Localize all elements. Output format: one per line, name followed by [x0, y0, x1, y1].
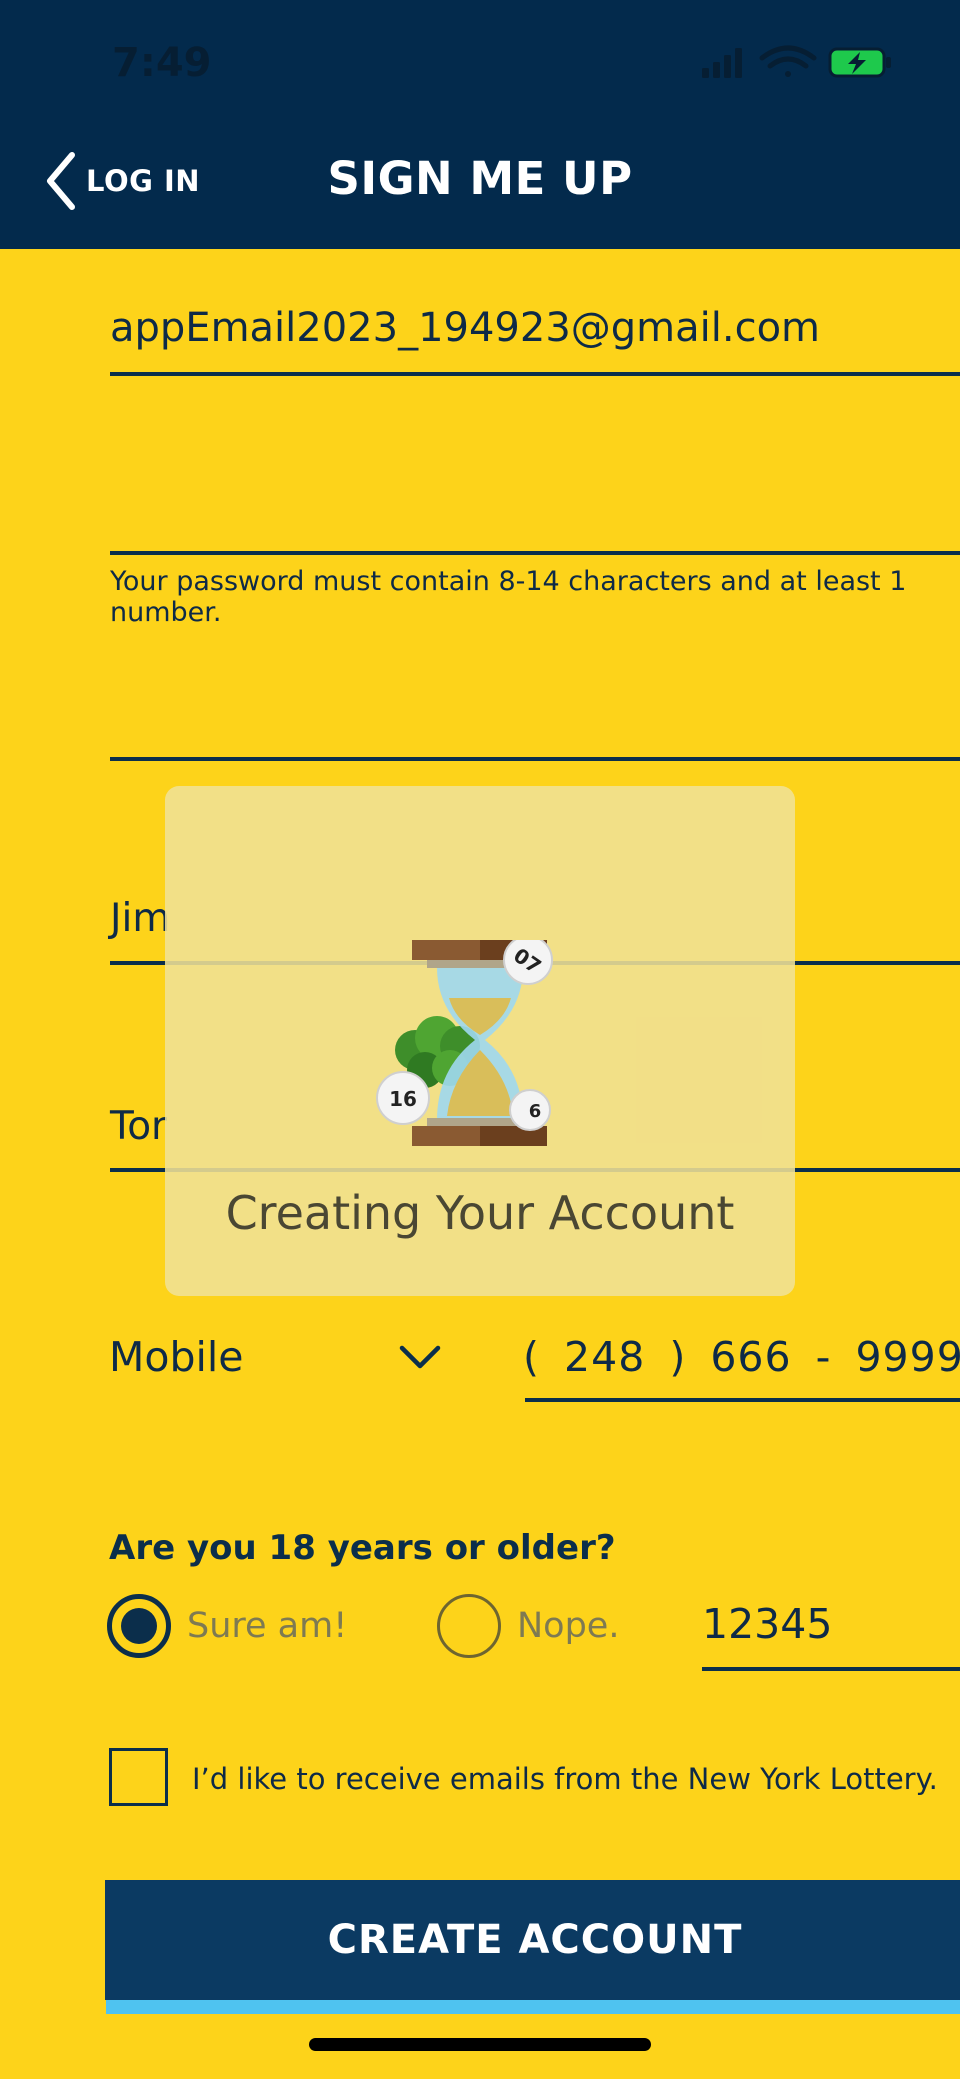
- status-icons: [698, 44, 898, 80]
- confirm-password-field[interactable]: [110, 690, 960, 750]
- phone-number-field[interactable]: ( 248 ) 666 - 9999: [523, 1333, 960, 1381]
- cellular-signal-icon: [702, 48, 742, 78]
- age-no-label[interactable]: Nope.: [517, 1606, 619, 1646]
- lottery-ball-icon: 6: [509, 1089, 551, 1131]
- confirm-password-underline: [110, 757, 960, 761]
- age-no-radio[interactable]: [437, 1594, 501, 1658]
- lottery-ball-icon: 16: [376, 1071, 430, 1125]
- home-indicator: [309, 2038, 651, 2051]
- email-optin-label[interactable]: I’d like to receive emails from the New …: [192, 1762, 938, 1796]
- email-underline: [110, 372, 960, 376]
- page-title: SIGN ME UP: [0, 152, 960, 205]
- hourglass-loading-icon: 07 16 6: [376, 940, 553, 1146]
- password-field[interactable]: [110, 480, 960, 540]
- age-yes-label[interactable]: Sure am!: [187, 1606, 347, 1646]
- zip-underline: [702, 1667, 960, 1671]
- phone-type-select[interactable]: Mobile: [109, 1333, 244, 1381]
- email-optin-checkbox[interactable]: [109, 1748, 168, 1806]
- age-yes-radio[interactable]: [107, 1594, 171, 1658]
- password-underline: [110, 551, 960, 555]
- password-helper-text: Your password must contain 8-14 characte…: [110, 566, 907, 628]
- loading-overlay: 07 16 6 Creating Your Account: [165, 786, 795, 1296]
- wifi-icon: [759, 45, 817, 77]
- create-account-button[interactable]: CREATE ACCOUNT: [105, 1880, 960, 2000]
- status-time: 7:49: [112, 40, 212, 86]
- email-field[interactable]: appEmail2023_194923@gmail.com: [110, 305, 820, 351]
- zip-code-field[interactable]: 12345: [702, 1600, 832, 1648]
- svg-text:16: 16: [389, 1087, 417, 1111]
- lottery-ball-icon: 07: [503, 940, 553, 985]
- loading-message: Creating Your Account: [225, 1186, 735, 1240]
- battery-charging-icon: [828, 47, 891, 78]
- last-name-field[interactable]: Tor: [110, 1104, 167, 1149]
- page-title-text: SIGN ME UP: [327, 152, 633, 205]
- age-question: Are you 18 years or older?: [109, 1528, 616, 1568]
- phone-underline: [525, 1398, 960, 1402]
- svg-text:6: 6: [529, 1101, 542, 1122]
- chevron-down-icon[interactable]: [398, 1342, 442, 1372]
- first-name-field[interactable]: Jim: [110, 896, 170, 941]
